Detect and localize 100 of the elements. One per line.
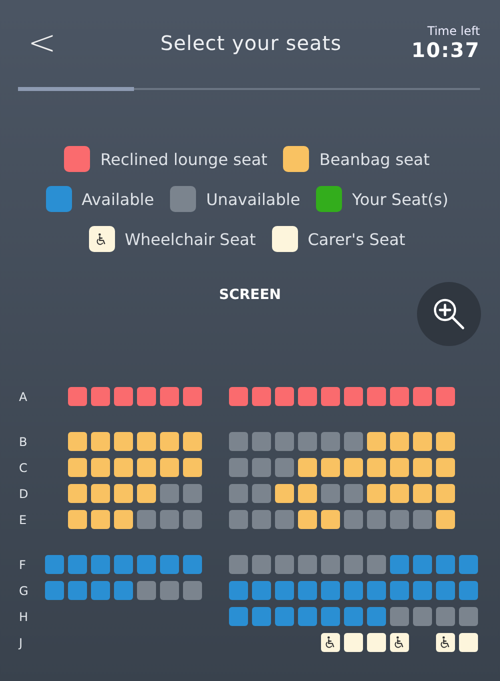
available-seat[interactable] — [275, 581, 294, 600]
available-seat[interactable] — [275, 607, 294, 626]
unavailable-seat[interactable] — [252, 432, 271, 451]
beanbag-seat[interactable] — [413, 484, 432, 503]
available-seat[interactable] — [252, 607, 271, 626]
beanbag-seat[interactable] — [114, 458, 133, 477]
unavailable-seat[interactable] — [229, 432, 248, 451]
available-seat[interactable] — [137, 555, 156, 574]
available-seat[interactable] — [229, 607, 248, 626]
available-seat[interactable] — [91, 581, 110, 600]
back-button[interactable]: < — [22, 26, 62, 60]
unavailable-seat[interactable] — [275, 555, 294, 574]
recliner-seat[interactable] — [436, 387, 455, 406]
unavailable-seat[interactable] — [321, 432, 340, 451]
beanbag-seat[interactable] — [390, 484, 409, 503]
beanbag-seat[interactable] — [68, 432, 87, 451]
wheelchair-seat[interactable] — [321, 633, 340, 652]
unavailable-seat[interactable] — [137, 510, 156, 529]
unavailable-seat[interactable] — [459, 607, 478, 626]
available-seat[interactable] — [252, 581, 271, 600]
unavailable-seat[interactable] — [183, 581, 202, 600]
unavailable-seat[interactable] — [252, 510, 271, 529]
recliner-seat[interactable] — [229, 387, 248, 406]
unavailable-seat[interactable] — [344, 510, 363, 529]
available-seat[interactable] — [114, 555, 133, 574]
beanbag-seat[interactable] — [344, 458, 363, 477]
unavailable-seat[interactable] — [413, 607, 432, 626]
recliner-seat[interactable] — [413, 387, 432, 406]
unavailable-seat[interactable] — [252, 458, 271, 477]
unavailable-seat[interactable] — [160, 581, 179, 600]
available-seat[interactable] — [45, 555, 64, 574]
available-seat[interactable] — [298, 581, 317, 600]
available-seat[interactable] — [436, 555, 455, 574]
beanbag-seat[interactable] — [367, 458, 386, 477]
available-seat[interactable] — [390, 555, 409, 574]
beanbag-seat[interactable] — [114, 510, 133, 529]
unavailable-seat[interactable] — [344, 432, 363, 451]
unavailable-seat[interactable] — [367, 510, 386, 529]
wheelchair-seat[interactable] — [390, 633, 409, 652]
available-seat[interactable] — [344, 581, 363, 600]
unavailable-seat[interactable] — [275, 510, 294, 529]
unavailable-seat[interactable] — [321, 555, 340, 574]
unavailable-seat[interactable] — [160, 484, 179, 503]
recliner-seat[interactable] — [321, 387, 340, 406]
beanbag-seat[interactable] — [91, 484, 110, 503]
beanbag-seat[interactable] — [413, 458, 432, 477]
available-seat[interactable] — [436, 581, 455, 600]
available-seat[interactable] — [91, 555, 110, 574]
available-seat[interactable] — [413, 581, 432, 600]
beanbag-seat[interactable] — [298, 458, 317, 477]
available-seat[interactable] — [160, 555, 179, 574]
beanbag-seat[interactable] — [137, 484, 156, 503]
beanbag-seat[interactable] — [68, 484, 87, 503]
beanbag-seat[interactable] — [91, 432, 110, 451]
beanbag-seat[interactable] — [183, 458, 202, 477]
recliner-seat[interactable] — [275, 387, 294, 406]
available-seat[interactable] — [390, 581, 409, 600]
unavailable-seat[interactable] — [275, 458, 294, 477]
beanbag-seat[interactable] — [137, 458, 156, 477]
unavailable-seat[interactable] — [298, 555, 317, 574]
beanbag-seat[interactable] — [91, 510, 110, 529]
beanbag-seat[interactable] — [114, 432, 133, 451]
available-seat[interactable] — [413, 555, 432, 574]
available-seat[interactable] — [114, 581, 133, 600]
unavailable-seat[interactable] — [229, 555, 248, 574]
unavailable-seat[interactable] — [436, 607, 455, 626]
unavailable-seat[interactable] — [252, 555, 271, 574]
unavailable-seat[interactable] — [344, 555, 363, 574]
beanbag-seat[interactable] — [436, 484, 455, 503]
recliner-seat[interactable] — [252, 387, 271, 406]
unavailable-seat[interactable] — [252, 484, 271, 503]
unavailable-seat[interactable] — [390, 607, 409, 626]
recliner-seat[interactable] — [137, 387, 156, 406]
recliner-seat[interactable] — [344, 387, 363, 406]
unavailable-seat[interactable] — [413, 510, 432, 529]
beanbag-seat[interactable] — [367, 432, 386, 451]
unavailable-seat[interactable] — [229, 484, 248, 503]
beanbag-seat[interactable] — [390, 432, 409, 451]
recliner-seat[interactable] — [114, 387, 133, 406]
beanbag-seat[interactable] — [390, 458, 409, 477]
available-seat[interactable] — [459, 581, 478, 600]
available-seat[interactable] — [68, 581, 87, 600]
available-seat[interactable] — [229, 581, 248, 600]
beanbag-seat[interactable] — [321, 510, 340, 529]
unavailable-seat[interactable] — [321, 484, 340, 503]
beanbag-seat[interactable] — [114, 484, 133, 503]
available-seat[interactable] — [367, 581, 386, 600]
unavailable-seat[interactable] — [367, 555, 386, 574]
recliner-seat[interactable] — [160, 387, 179, 406]
wheelchair-seat[interactable] — [436, 633, 455, 652]
beanbag-seat[interactable] — [436, 458, 455, 477]
beanbag-seat[interactable] — [160, 432, 179, 451]
unavailable-seat[interactable] — [183, 484, 202, 503]
beanbag-seat[interactable] — [413, 432, 432, 451]
available-seat[interactable] — [344, 607, 363, 626]
beanbag-seat[interactable] — [298, 510, 317, 529]
unavailable-seat[interactable] — [160, 510, 179, 529]
unavailable-seat[interactable] — [183, 510, 202, 529]
available-seat[interactable] — [298, 607, 317, 626]
unavailable-seat[interactable] — [229, 458, 248, 477]
